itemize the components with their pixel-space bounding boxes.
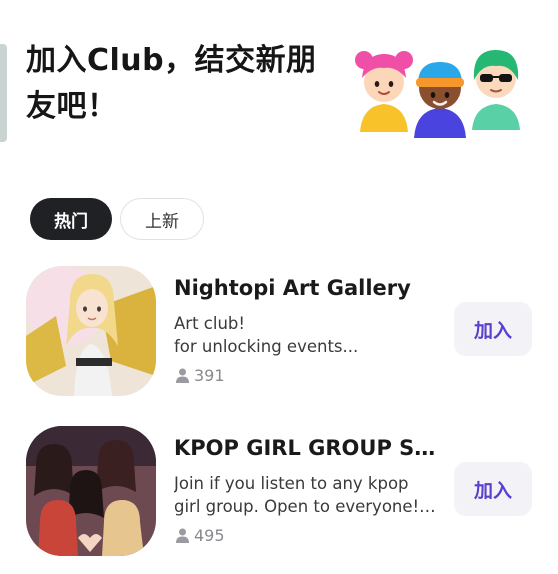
- member-count-value: 495: [194, 526, 225, 545]
- join-button[interactable]: 加入: [454, 462, 532, 516]
- member-count: 391: [176, 366, 225, 385]
- page-title: 加入Club，结交新朋友吧！: [26, 43, 317, 124]
- green-hair-sunglasses-avatar-icon: [472, 50, 520, 130]
- avatar-group: [350, 40, 530, 140]
- club-name: KPOP GIRL GROUP ST...: [174, 436, 444, 460]
- club-description-line: girl group. Open to everyone! ...: [174, 497, 439, 516]
- club-description-line: Join if you listen to any kpop: [174, 474, 409, 493]
- club-description-line: Art club!: [174, 314, 245, 333]
- tab-hot[interactable]: 热门: [30, 198, 112, 240]
- club-name: Nightopi Art Gallery: [174, 276, 411, 300]
- orange-beanie-avatar-icon: [414, 62, 466, 138]
- club-thumbnail: [26, 426, 156, 556]
- club-description: Art club! for unlocking events...: [174, 312, 439, 358]
- person-icon: [176, 528, 189, 543]
- club-thumbnail: [26, 266, 156, 396]
- club-list-item[interactable]: Nightopi Art Gallery Art club! for unloc…: [26, 266, 536, 396]
- person-icon: [176, 368, 189, 383]
- club-list-item[interactable]: KPOP GIRL GROUP ST... Join if you listen…: [26, 426, 536, 556]
- left-edge-indicator: [0, 44, 7, 142]
- member-count-value: 391: [194, 366, 225, 385]
- club-description-line: for unlocking events...: [174, 337, 359, 356]
- club-description: Join if you listen to any kpop girl grou…: [174, 472, 439, 518]
- join-button[interactable]: 加入: [454, 302, 532, 356]
- tab-new[interactable]: 上新: [120, 198, 204, 240]
- member-count: 495: [176, 526, 225, 545]
- pink-hair-avatar-icon: [355, 51, 413, 132]
- club-filter-tabs: 热门 上新: [30, 198, 204, 240]
